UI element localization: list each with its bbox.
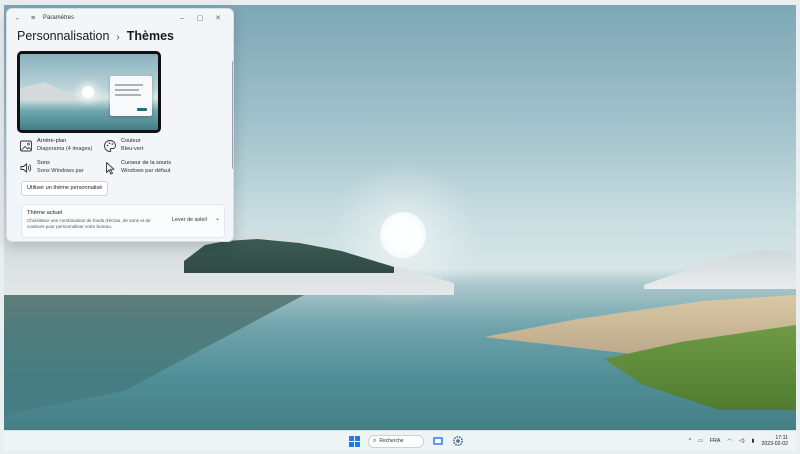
- tile-cursor[interactable]: Curseur de la souris Windows par défaut: [103, 159, 171, 175]
- page-title: Thèmes: [126, 29, 175, 43]
- windows-start-icon[interactable]: [349, 435, 360, 447]
- maximize-icon[interactable]: ▢: [191, 14, 209, 22]
- sun: [380, 212, 426, 258]
- battery-icon[interactable]: ▮: [752, 438, 755, 444]
- tile-name: Arrière-plan: [37, 138, 67, 144]
- tile-name: Sons: [37, 160, 50, 166]
- system-tray: ^ ▭ FRA ◠ ◁) ▮ 17:11 2023-02-02: [682, 432, 788, 450]
- current-theme-description: Choisissez une combinaison de fonds d'éc…: [27, 218, 151, 229]
- settings-window: ← ≡ Paramètres – ▢ ✕ Personnalisation › Th…: [6, 8, 234, 242]
- minimize-icon[interactable]: –: [173, 15, 191, 22]
- right-hills: [644, 249, 796, 289]
- preview-line: [115, 94, 141, 96]
- clock[interactable]: 17:11 2023-02-02: [761, 435, 788, 448]
- tile-color[interactable]: Couleur Bleu-vert: [103, 137, 143, 153]
- current-theme-value: Lever de soleil: [172, 217, 207, 223]
- custom-theme-button[interactable]: Utiliser un thème personnalisé: [21, 181, 109, 196]
- palette-icon: [104, 140, 116, 152]
- volume-icon[interactable]: ◁): [739, 438, 745, 444]
- settings-gear-icon[interactable]: [452, 435, 464, 447]
- tile-background[interactable]: Arrière-plan Diaporama (4 images): [19, 137, 92, 153]
- taskbar-center: ⌕ Recherche: [349, 433, 472, 449]
- cursor-icon: [106, 162, 115, 175]
- tile-value: Bleu-vert: [121, 146, 144, 152]
- preview-button: [137, 108, 147, 111]
- speaker-icon: [20, 163, 32, 173]
- preview-line: [115, 84, 143, 86]
- back-arrow-icon[interactable]: ←: [13, 15, 23, 22]
- breadcrumb: Personnalisation › Thèmes: [17, 29, 174, 43]
- scrollbar[interactable]: [232, 61, 233, 169]
- tile-name: Curseur de la souris: [121, 160, 172, 166]
- search-label: Recherche: [379, 438, 404, 444]
- breadcrumb-separator: ›: [116, 32, 120, 43]
- app-title: Paramètres: [43, 15, 75, 21]
- breadcrumb-parent[interactable]: Personnalisation: [17, 29, 109, 43]
- taskbar: ⌕ Recherche ^ ▭ FRA ◠ ◁) ▮ 17:11 2023-02…: [4, 430, 796, 451]
- preview-sun: [82, 86, 94, 98]
- title-bar: ← ≡ Paramètres – ▢ ✕: [7, 9, 233, 27]
- tile-sounds[interactable]: Sons Sons Windows par: [19, 159, 84, 175]
- tile-value: Diaporama (4 images): [37, 146, 93, 152]
- current-theme-title: Thème actuel: [27, 210, 63, 216]
- preview-line: [115, 89, 139, 91]
- tile-value: Windows par défaut: [121, 168, 171, 174]
- tile-name: Couleur: [121, 138, 141, 144]
- language-indicator[interactable]: FRA: [710, 438, 720, 444]
- chevron-down-icon[interactable]: ⌄: [215, 215, 220, 222]
- task-view-icon[interactable]: [432, 435, 444, 447]
- current-theme-card[interactable]: Thème actuel Choisissez une combinaison …: [21, 204, 225, 238]
- hamburger-menu-icon[interactable]: ≡: [28, 15, 38, 22]
- water-reflection: [4, 295, 304, 415]
- image-icon: [20, 140, 32, 152]
- taskbar-search[interactable]: ⌕ Recherche: [368, 434, 424, 448]
- search-icon: ⌕: [373, 437, 377, 444]
- keyboard-icon[interactable]: ▭: [698, 438, 703, 444]
- preview-hill: [20, 82, 80, 100]
- chevron-up-icon[interactable]: ^: [689, 438, 691, 444]
- wifi-icon[interactable]: ◠: [727, 438, 732, 444]
- preview-window: [110, 76, 152, 116]
- tile-value: Sons Windows par: [37, 168, 84, 174]
- clock-date: 2023-02-02: [761, 441, 788, 447]
- close-icon[interactable]: ✕: [209, 14, 227, 22]
- theme-preview: [17, 51, 161, 133]
